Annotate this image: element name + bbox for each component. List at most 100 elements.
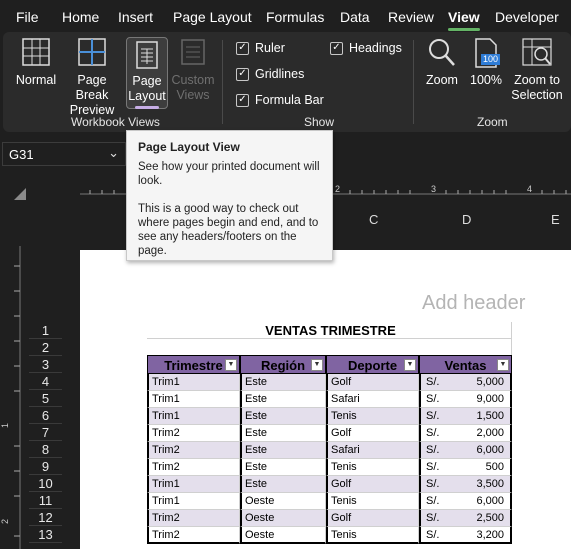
- table-cell[interactable]: S/. 1,500: [419, 408, 512, 425]
- formula-bar-checkbox[interactable]: ✓ Formula Bar: [236, 93, 324, 107]
- table-header-cell[interactable]: Región ▼: [240, 355, 326, 374]
- table-cell[interactable]: Tenis: [326, 527, 419, 544]
- tab-view[interactable]: View: [448, 9, 480, 31]
- page-layout-icon: [136, 41, 158, 69]
- table-cell[interactable]: S/. 500: [419, 459, 512, 476]
- row-header[interactable]: 2: [29, 339, 62, 356]
- row-header[interactable]: 11: [29, 492, 62, 509]
- tab-review[interactable]: Review: [388, 9, 434, 25]
- tab-data[interactable]: Data: [340, 9, 370, 25]
- table-cell[interactable]: S/. 3,500: [419, 476, 512, 493]
- table-cell[interactable]: S/. 9,000: [419, 391, 512, 408]
- table-cell[interactable]: Golf: [326, 476, 419, 493]
- table-cell[interactable]: Trim1: [147, 408, 240, 425]
- filter-dropdown-icon[interactable]: ▼: [497, 359, 509, 371]
- table-cell[interactable]: Tenis: [326, 459, 419, 476]
- sales-value: 2,500: [476, 512, 504, 524]
- row-header[interactable]: 13: [29, 526, 62, 543]
- table-cell[interactable]: Este: [240, 459, 326, 476]
- filter-dropdown-icon[interactable]: ▼: [225, 359, 237, 371]
- table-cell[interactable]: S/. 5,000: [419, 374, 512, 391]
- tab-home[interactable]: Home: [62, 9, 99, 25]
- tab-formulas[interactable]: Formulas: [266, 9, 324, 25]
- table-cell[interactable]: Trim2: [147, 459, 240, 476]
- headings-checkbox[interactable]: ✓ Headings: [330, 41, 402, 55]
- currency-symbol: S/.: [426, 495, 440, 507]
- table-cell[interactable]: Safari: [326, 442, 419, 459]
- table-cell[interactable]: S/. 6,000: [419, 442, 512, 459]
- filter-dropdown-icon[interactable]: ▼: [311, 359, 323, 371]
- table-cell[interactable]: Trim1: [147, 374, 240, 391]
- page-layout-button[interactable]: Page Layout: [126, 37, 168, 109]
- zoom-to-selection-button[interactable]: Zoom to Selection: [508, 37, 566, 107]
- table-cell[interactable]: Oeste: [240, 510, 326, 527]
- table-cell[interactable]: Este: [240, 442, 326, 459]
- table-cell[interactable]: S/. 2,000: [419, 425, 512, 442]
- table-cell[interactable]: Este: [240, 476, 326, 493]
- table-cell[interactable]: Tenis: [326, 408, 419, 425]
- table-cell[interactable]: S/. 6,000: [419, 493, 512, 510]
- gridlines-checkbox[interactable]: ✓ Gridlines: [236, 67, 304, 81]
- table-cell[interactable]: Golf: [326, 374, 419, 391]
- table-cell[interactable]: Trim2: [147, 442, 240, 459]
- add-header-placeholder[interactable]: Add header: [422, 292, 525, 315]
- table-cell[interactable]: Safari: [326, 391, 419, 408]
- name-box[interactable]: G31 ⌄: [2, 142, 126, 166]
- page-break-preview-button[interactable]: Page Break Preview: [61, 37, 123, 117]
- select-all-corner[interactable]: [14, 188, 26, 200]
- table-cell[interactable]: Este: [240, 391, 326, 408]
- table-cell[interactable]: Golf: [326, 425, 419, 442]
- table-cell[interactable]: Trim1: [147, 391, 240, 408]
- ruler-checkbox[interactable]: ✓ Ruler: [236, 41, 285, 55]
- row-header[interactable]: 8: [29, 441, 62, 458]
- ruler-mark: 2: [335, 184, 340, 194]
- row-header[interactable]: 7: [29, 424, 62, 441]
- zoom-100-button[interactable]: 100 100%: [467, 37, 505, 107]
- table-header-cell[interactable]: Trimestre ▼: [147, 355, 240, 374]
- table-cell[interactable]: S/. 2,500: [419, 510, 512, 527]
- name-box-value: G31: [9, 147, 34, 162]
- empty-row[interactable]: [147, 339, 512, 356]
- row-header[interactable]: 3: [29, 356, 62, 373]
- table-cell[interactable]: Este: [240, 425, 326, 442]
- table-cell[interactable]: Tenis: [326, 493, 419, 510]
- row-header[interactable]: 1: [29, 322, 62, 339]
- row-header[interactable]: 6: [29, 407, 62, 424]
- table-cell[interactable]: Este: [240, 408, 326, 425]
- custom-views-label-1: Custom: [171, 73, 215, 87]
- column-header-d[interactable]: D: [462, 212, 471, 227]
- table-cell[interactable]: Golf: [326, 510, 419, 527]
- row-header[interactable]: 9: [29, 458, 62, 475]
- tab-developer[interactable]: Developer: [495, 9, 559, 25]
- custom-views-button[interactable]: Custom Views: [170, 37, 216, 107]
- tab-file[interactable]: File: [16, 9, 39, 25]
- header-label: Deporte: [347, 358, 398, 373]
- table-cell[interactable]: Oeste: [240, 527, 326, 544]
- table-cell[interactable]: Oeste: [240, 493, 326, 510]
- tab-insert[interactable]: Insert: [118, 9, 153, 25]
- row-header[interactable]: 10: [29, 475, 62, 492]
- table-cell[interactable]: S/. 3,200: [419, 527, 512, 544]
- zoom-button[interactable]: Zoom: [423, 37, 461, 107]
- normal-view-button[interactable]: Normal: [13, 37, 59, 107]
- row-header[interactable]: 12: [29, 509, 62, 526]
- checkmark-icon: ✓: [330, 41, 343, 55]
- column-header-c[interactable]: C: [369, 212, 378, 227]
- column-header-e[interactable]: E: [551, 212, 560, 227]
- currency-symbol: S/.: [426, 393, 440, 405]
- table-cell[interactable]: Trim2: [147, 425, 240, 442]
- row-header[interactable]: 4: [29, 373, 62, 390]
- table-cell[interactable]: Trim2: [147, 510, 240, 527]
- table-header-cell[interactable]: Ventas ▼: [419, 355, 512, 374]
- table-header-cell[interactable]: Deporte ▼: [326, 355, 419, 374]
- table-title[interactable]: VENTAS TRIMESTRE: [147, 322, 512, 339]
- table-cell[interactable]: Trim1: [147, 476, 240, 493]
- table-cell[interactable]: Trim2: [147, 527, 240, 544]
- filter-dropdown-icon[interactable]: ▼: [404, 359, 416, 371]
- row-header[interactable]: 5: [29, 390, 62, 407]
- table-cell[interactable]: Este: [240, 374, 326, 391]
- chevron-down-icon[interactable]: ⌄: [108, 145, 119, 161]
- table-cell[interactable]: Trim1: [147, 493, 240, 510]
- tab-page-layout[interactable]: Page Layout: [173, 9, 252, 25]
- ribbon: Normal Page Break Preview Page Layout Cu…: [3, 32, 571, 132]
